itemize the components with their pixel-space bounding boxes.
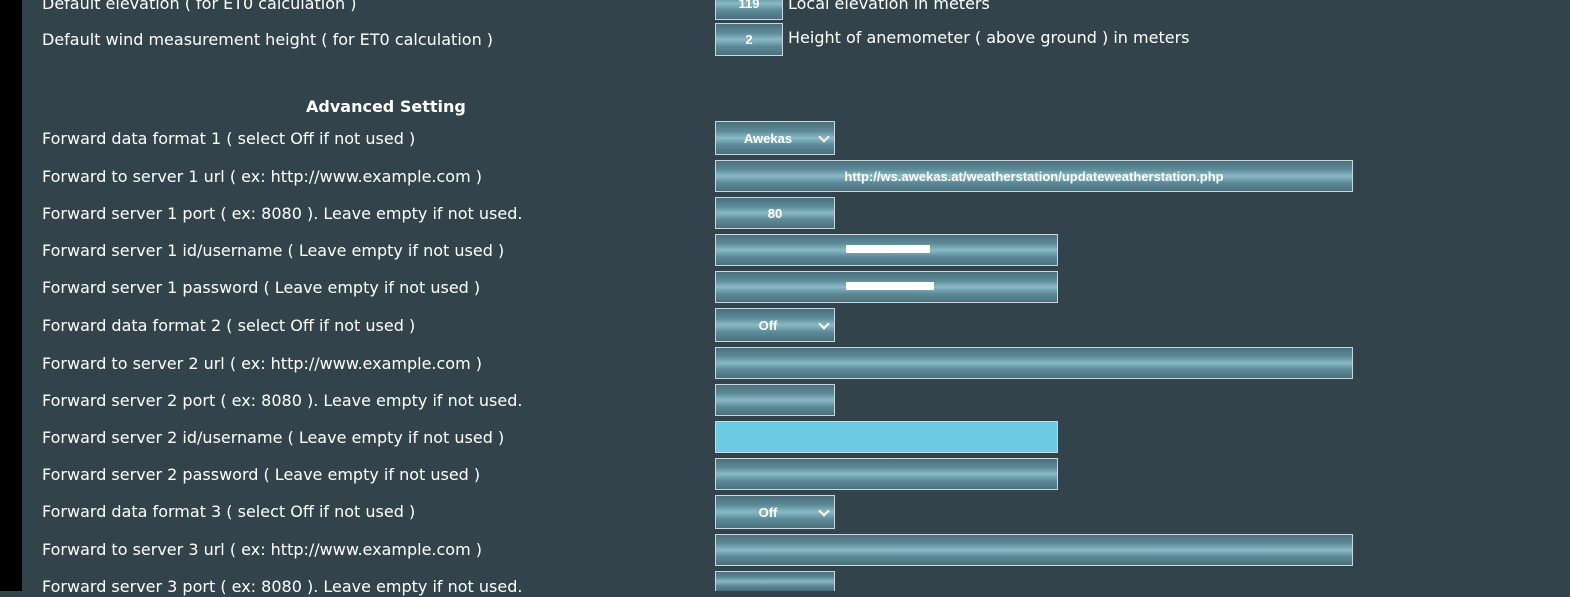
format2-select[interactable]: Off (715, 308, 835, 342)
format3-select[interactable]: Off (715, 495, 835, 529)
format2-label: Forward data format 2 ( select Off if no… (42, 316, 416, 335)
url2-label: Forward to server 2 url ( ex: http://www… (42, 354, 483, 373)
format3-select-value: Off (758, 504, 778, 520)
pw2-input[interactable] (715, 458, 1058, 490)
wind-height-label: Default wind measurement height ( for ET… (42, 30, 494, 49)
format3-label: Forward data format 3 ( select Off if no… (42, 502, 416, 521)
format2-select-value: Off (758, 317, 778, 333)
url3-input[interactable] (715, 534, 1353, 566)
id1-label: Forward server 1 id/username ( Leave emp… (42, 241, 505, 260)
format1-select-value: Awekas (743, 130, 793, 146)
elevation-label: Default elevation ( for ET0 calculation … (42, 0, 357, 13)
url1-label: Forward to server 1 url ( ex: http://www… (42, 167, 483, 186)
wind-height-help: Height of anemometer ( above ground ) in… (788, 28, 1190, 47)
url2-input[interactable] (715, 347, 1353, 379)
pw2-label: Forward server 2 password ( Leave empty … (42, 465, 481, 484)
format1-label: Forward data format 1 ( select Off if no… (42, 129, 416, 148)
port1-label: Forward server 1 port ( ex: 8080 ). Leav… (42, 204, 523, 223)
wind-height-input[interactable]: 2 (715, 23, 783, 56)
pw1-label: Forward server 1 password ( Leave empty … (42, 278, 481, 297)
port1-input[interactable]: 80 (715, 197, 835, 229)
elevation-help: Local elevation in meters (788, 0, 990, 13)
left-edge-bar (0, 0, 22, 591)
port3-input[interactable] (715, 571, 835, 591)
port2-label: Forward server 2 port ( ex: 8080 ). Leav… (42, 391, 523, 410)
advanced-setting-heading: Advanced Setting (306, 97, 466, 116)
port3-label: Forward server 3 port ( ex: 8080 ). Leav… (42, 577, 523, 596)
elevation-input[interactable]: 119 (715, 0, 783, 20)
id1-redaction (846, 245, 930, 253)
format1-select[interactable]: Awekas (715, 121, 835, 155)
id2-input[interactable] (715, 421, 1058, 453)
pw1-redaction (846, 282, 934, 290)
id2-label: Forward server 2 id/username ( Leave emp… (42, 428, 505, 447)
url3-label: Forward to server 3 url ( ex: http://www… (42, 540, 483, 559)
port2-input[interactable] (715, 384, 835, 416)
url1-input[interactable]: http://ws.awekas.at/weatherstation/updat… (715, 160, 1353, 192)
